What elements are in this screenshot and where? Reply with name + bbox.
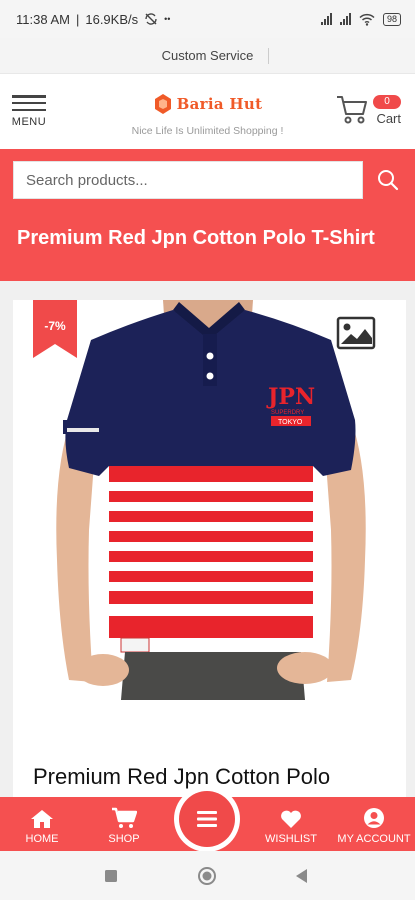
menu-icon bbox=[197, 811, 217, 827]
cart-button[interactable]: 0 Cart bbox=[335, 91, 405, 131]
discount-badge: -7% bbox=[44, 319, 66, 333]
product-card: JPN SUPERDRY TOKYO -7% Premium Red Jpn C… bbox=[13, 300, 406, 797]
search-icon[interactable] bbox=[375, 167, 401, 193]
cart-label: Cart bbox=[376, 111, 401, 126]
product-name: Premium Red Jpn Cotton Polo bbox=[33, 764, 331, 789]
header: MENU Baria Hut Nice Life Is Unlimited Sh… bbox=[0, 75, 415, 149]
system-navigation-bar bbox=[0, 851, 415, 900]
cart-count-badge: 0 bbox=[373, 95, 401, 109]
service-strip: Custom Service bbox=[0, 38, 415, 74]
nav-home-label: HOME bbox=[25, 833, 59, 845]
home-button-icon[interactable] bbox=[197, 866, 217, 886]
nav-center-button[interactable] bbox=[174, 786, 240, 852]
battery-icon: 98 bbox=[382, 12, 401, 26]
nav-home[interactable]: HOME bbox=[12, 797, 72, 851]
nav-wishlist[interactable]: WISHLIST bbox=[258, 797, 324, 851]
wifi-icon bbox=[359, 13, 375, 26]
user-icon bbox=[364, 808, 384, 828]
home-icon bbox=[31, 810, 53, 828]
signal-icon bbox=[320, 13, 332, 25]
nav-shop-label: SHOP bbox=[108, 833, 140, 845]
recent-apps-icon[interactable] bbox=[104, 869, 118, 883]
search-banner: Premium Red Jpn Cotton Polo T-Shirt bbox=[0, 149, 415, 281]
brand-name: Baria Hut bbox=[176, 95, 263, 113]
page-title: Premium Red Jpn Cotton Polo T-Shirt bbox=[17, 227, 375, 249]
cart-icon bbox=[112, 807, 137, 828]
status-bar: 11:38 AM | 16.9KB/s •• 98 bbox=[0, 0, 415, 38]
custom-service-link[interactable]: Custom Service bbox=[162, 48, 254, 63]
shirt-logo-sub: SUPERDRY bbox=[271, 410, 304, 416]
nav-account-label: MY ACCOUNT bbox=[337, 833, 411, 845]
status-speed: 16.9KB/s bbox=[85, 11, 139, 27]
logo-mark-icon bbox=[154, 94, 171, 114]
nav-wishlist-label: WISHLIST bbox=[265, 833, 317, 845]
nav-shop[interactable]: SHOP bbox=[94, 797, 154, 851]
shirt-logo-tag: TOKYO bbox=[278, 419, 303, 426]
nav-my-account[interactable]: MY ACCOUNT bbox=[334, 797, 414, 851]
search-input[interactable] bbox=[14, 162, 362, 198]
divider bbox=[268, 48, 269, 64]
cart-icon bbox=[337, 96, 367, 124]
product-image[interactable]: JPN SUPERDRY TOKYO bbox=[13, 300, 406, 710]
search-box bbox=[13, 161, 363, 199]
back-icon[interactable] bbox=[294, 868, 308, 884]
status-more-dots: •• bbox=[164, 14, 171, 24]
shirt-logo-text: JPN bbox=[266, 384, 315, 410]
heart-icon bbox=[281, 810, 301, 828]
signal-icon-2 bbox=[339, 13, 351, 25]
sync-off-icon bbox=[145, 13, 157, 25]
status-time: 11:38 AM bbox=[16, 11, 70, 27]
image-gallery-icon[interactable] bbox=[336, 316, 376, 350]
